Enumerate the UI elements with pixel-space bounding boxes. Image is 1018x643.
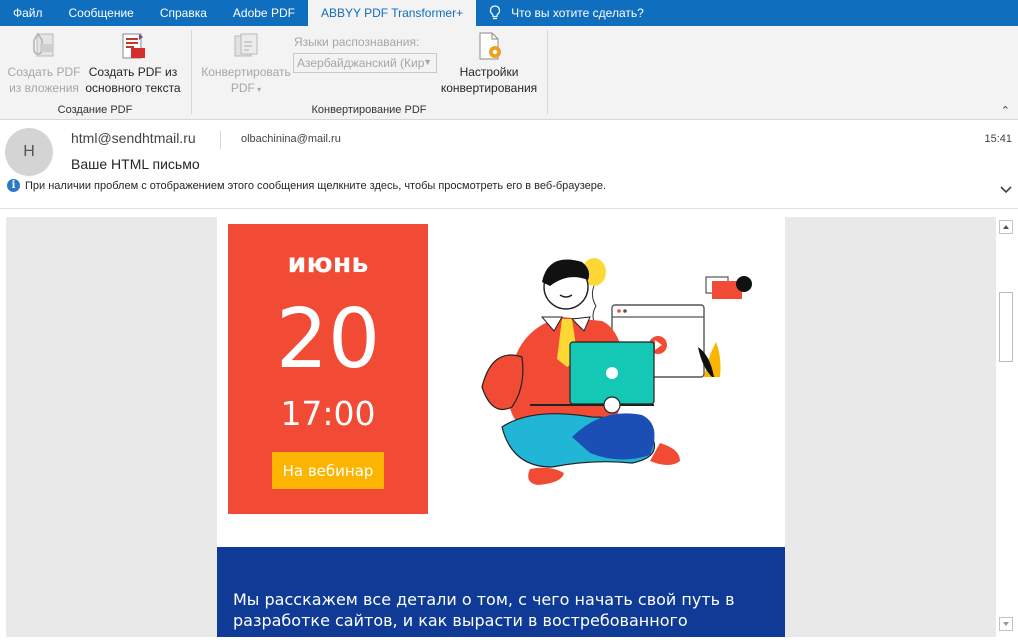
event-month: июнь bbox=[287, 248, 369, 279]
create-pdf-from-attachment-label: Создать PDF из вложения bbox=[7, 65, 81, 95]
scroll-up-button[interactable] bbox=[999, 220, 1013, 234]
create-pdf-from-body-label: Создать PDF из основного текста bbox=[85, 65, 181, 95]
scroll-down-button[interactable] bbox=[999, 617, 1013, 631]
recognition-language-value: Азербайджанский (Кир bbox=[297, 56, 425, 70]
create-pdf-from-attachment-button[interactable]: Создать PDF из вложения bbox=[4, 30, 84, 96]
collapse-ribbon-icon[interactable]: ⌃ bbox=[1001, 104, 1010, 117]
view-in-browser-text: При наличии проблем с отображением этого… bbox=[25, 179, 607, 192]
email-card: июнь 20 17:00 На вебинар Мы расскажем вс… bbox=[217, 217, 785, 637]
webinar-button[interactable]: На вебинар bbox=[272, 452, 384, 489]
tell-me-label: Что вы хотите сделать? bbox=[511, 6, 644, 20]
create-pdf-from-body-button[interactable]: Создать PDF из основного текста bbox=[84, 30, 182, 96]
message-time: 15:41 bbox=[984, 133, 1012, 145]
pdf-attachment-icon bbox=[33, 32, 54, 57]
conversion-settings-button[interactable]: Настройки конвертирования bbox=[438, 30, 540, 96]
group-create-pdf: Создать PDF из вложения Создать PDF из о… bbox=[0, 26, 190, 118]
vertical-scrollbar[interactable] bbox=[998, 217, 1016, 637]
event-time: 17:00 bbox=[280, 394, 376, 433]
convert-pdf-button[interactable]: Конвертировать PDF ▾ bbox=[198, 30, 294, 98]
conversion-settings-label: Настройки конвертирования bbox=[440, 65, 538, 95]
avatar: H bbox=[5, 128, 53, 176]
tab-abbyy-pdf-transformer[interactable]: ABBYY PDF Transformer+ bbox=[307, 0, 477, 26]
sender-address[interactable]: html@sendhtmail.ru bbox=[71, 130, 196, 146]
recognition-language-select[interactable]: Азербайджанский (Кир ▼ bbox=[293, 53, 437, 73]
view-in-browser-bar[interactable]: i При наличии проблем с отображением это… bbox=[7, 179, 606, 192]
convert-pdf-icon bbox=[234, 33, 258, 57]
ribbon-tab-bar: Файл Сообщение Справка Adobe PDF ABBYY P… bbox=[0, 0, 1018, 26]
lightbulb-icon bbox=[490, 5, 501, 20]
header-divider bbox=[220, 131, 221, 149]
group-convert-pdf-label: Конвертирование PDF bbox=[311, 104, 427, 116]
expand-header-chevron-icon[interactable] bbox=[999, 185, 1013, 195]
message-header: H html@sendhtmail.ru olbachinina@mail.ru… bbox=[0, 121, 1018, 209]
event-date-box: июнь 20 17:00 На вебинар bbox=[228, 224, 428, 514]
recognition-languages-label: Языки распознавания: bbox=[294, 35, 420, 49]
settings-document-icon bbox=[479, 32, 501, 60]
pdf-document-icon bbox=[122, 33, 145, 59]
tab-file[interactable]: Файл bbox=[0, 0, 56, 26]
intro-text: Мы расскажем все детали о том, с чего на… bbox=[233, 590, 735, 630]
convert-pdf-label: Конвертировать PDF bbox=[201, 65, 291, 95]
group-separator bbox=[547, 30, 548, 114]
tab-message[interactable]: Сообщение bbox=[56, 0, 147, 26]
tab-adobe-pdf[interactable]: Adobe PDF bbox=[220, 0, 308, 26]
ribbon: Создать PDF из вложения Создать PDF из о… bbox=[0, 26, 1018, 120]
message-body: июнь 20 17:00 На вебинар Мы расскажем вс… bbox=[6, 217, 996, 637]
group-create-pdf-label: Создание PDF bbox=[57, 104, 133, 116]
recipient-address[interactable]: olbachinina@mail.ru bbox=[241, 133, 341, 145]
intro-block: Мы расскажем все детали о том, с чего на… bbox=[217, 547, 785, 637]
info-icon: i bbox=[7, 179, 20, 192]
tab-help[interactable]: Справка bbox=[147, 0, 220, 26]
chevron-down-icon: ▼ bbox=[423, 57, 432, 67]
message-subject: Ваше HTML письмо bbox=[71, 156, 200, 172]
developer-illustration bbox=[481, 258, 752, 485]
tell-me-box[interactable]: Что вы хотите сделать? bbox=[476, 0, 644, 26]
scroll-thumb[interactable] bbox=[999, 292, 1013, 362]
event-day: 20 bbox=[275, 292, 381, 387]
